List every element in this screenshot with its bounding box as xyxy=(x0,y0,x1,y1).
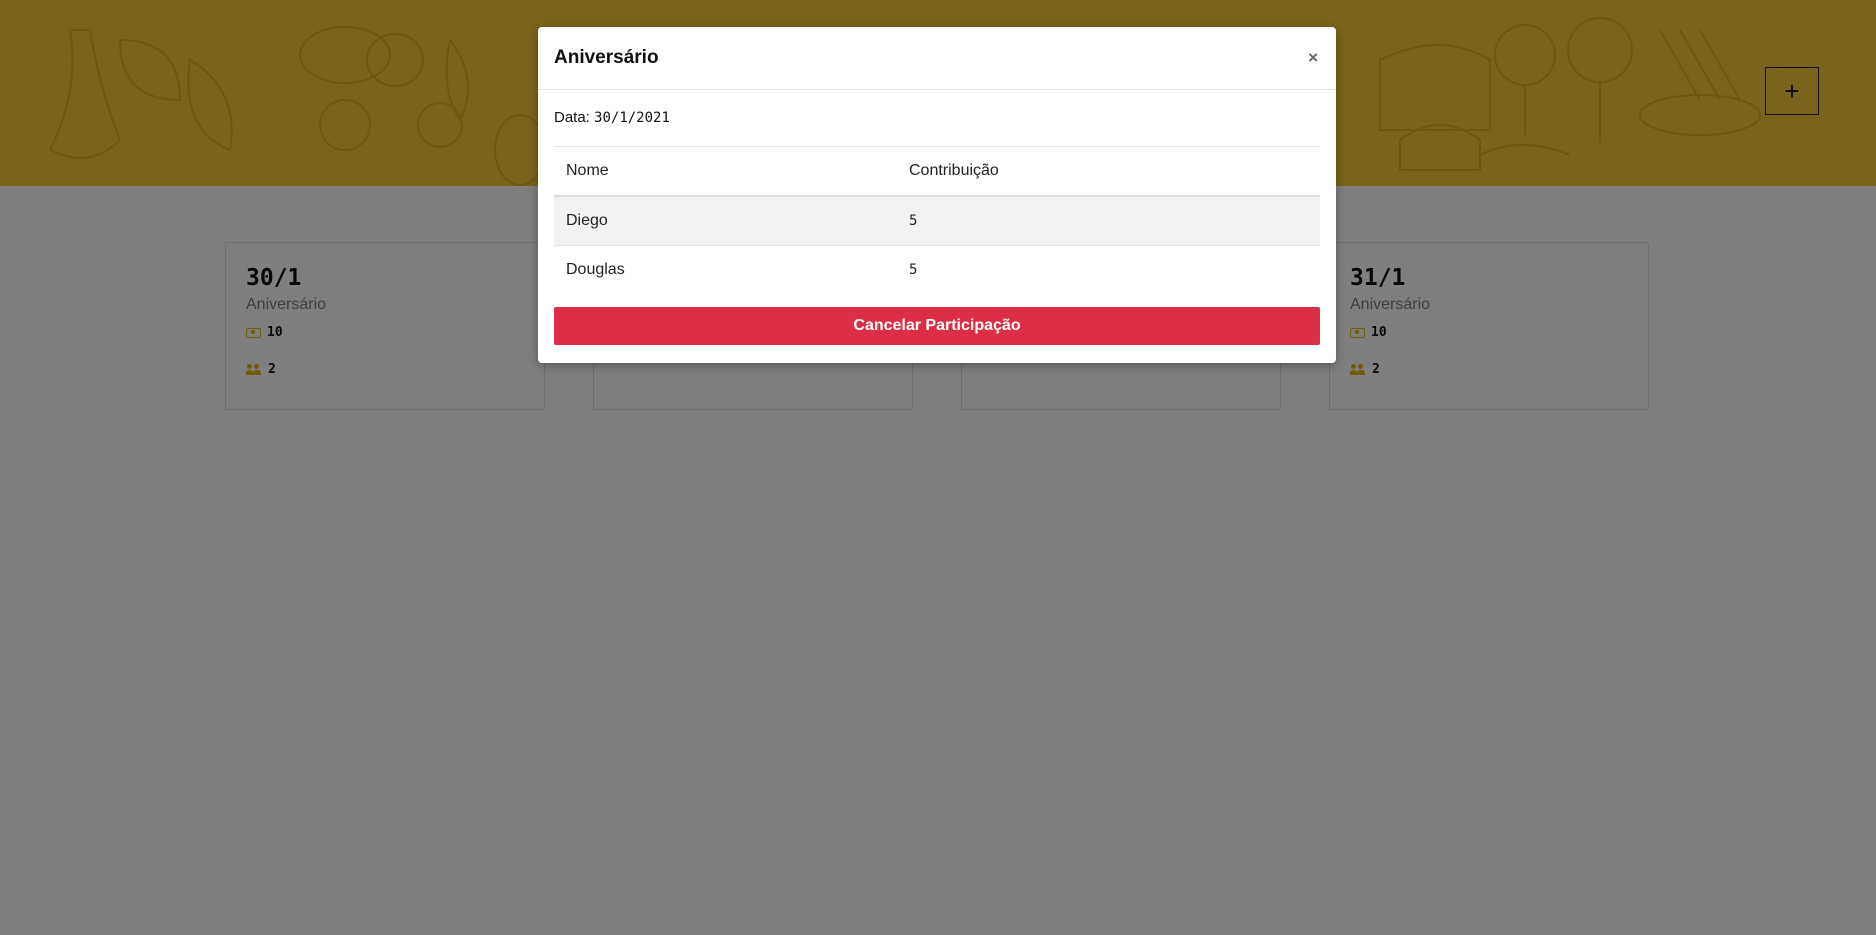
date-label: Data: xyxy=(554,109,590,126)
date-value: 30/1/2021 xyxy=(594,110,670,126)
event-details-modal: Aniversário × Data: 30/1/2021 Nome Contr… xyxy=(538,27,1336,363)
column-header-name: Nome xyxy=(554,147,897,197)
modal-body: Data: 30/1/2021 Nome Contribuição Diego … xyxy=(538,90,1336,345)
participant-contribution: 5 xyxy=(897,195,1320,246)
participant-name: Douglas xyxy=(554,245,897,294)
modal-title: Aniversário xyxy=(554,47,659,68)
column-header-contribution: Contribuição xyxy=(897,147,1320,197)
participant-name: Diego xyxy=(554,195,897,246)
event-date: Data: 30/1/2021 xyxy=(554,90,1320,147)
participant-contribution: 5 xyxy=(897,245,1320,294)
table-row: Douglas 5 xyxy=(554,245,1320,294)
participants-table: Nome Contribuição Diego 5 Douglas 5 xyxy=(554,147,1320,294)
table-header-row: Nome Contribuição xyxy=(554,147,1320,197)
table-row: Diego 5 xyxy=(554,195,1320,246)
close-icon[interactable]: × xyxy=(1308,48,1320,68)
modal-header: Aniversário × xyxy=(538,27,1336,90)
cancel-participation-button[interactable]: Cancelar Participação xyxy=(554,307,1320,345)
